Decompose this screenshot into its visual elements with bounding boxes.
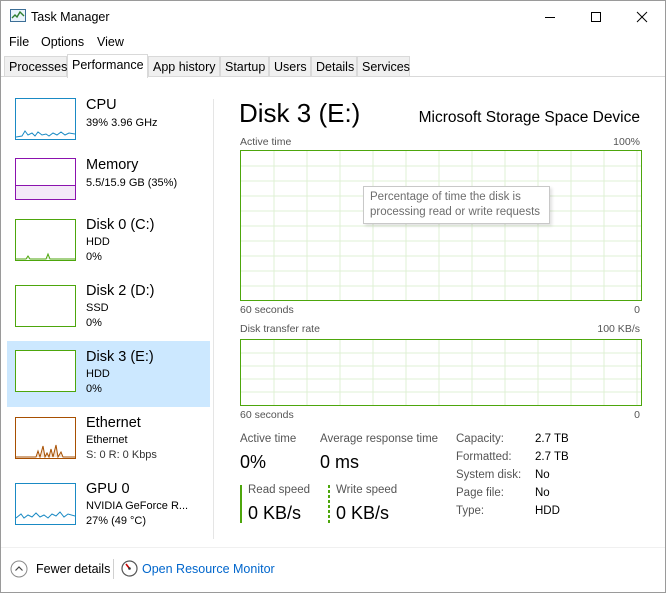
sidebar-item-label: Disk 3 (E:) xyxy=(86,349,154,365)
cpu-usage-text: 39% 3.96 GHz xyxy=(86,117,158,129)
menu-view[interactable]: View xyxy=(97,35,124,49)
active-time-value: 0% xyxy=(240,452,267,472)
capacity-value: 2.7 TB xyxy=(535,433,569,445)
tab-performance[interactable]: Performance xyxy=(67,54,148,78)
read-speed-indicator xyxy=(240,485,242,523)
fewer-details-link[interactable]: Fewer details xyxy=(36,562,110,576)
maximize-button[interactable] xyxy=(573,1,619,32)
avg-response-value: 0 ms xyxy=(320,452,360,472)
window-title: Task Manager xyxy=(31,10,110,24)
sidebar-item-cpu[interactable]: CPU 39% 3.96 GHz xyxy=(7,90,210,154)
ethernet-adapter-name: Ethernet xyxy=(86,434,128,446)
transfer-rate-graph[interactable] xyxy=(240,339,642,406)
open-resource-monitor-link[interactable]: Open Resource Monitor xyxy=(142,562,275,576)
disk-0-thumbnail-graph xyxy=(15,219,76,261)
task-manager-icon xyxy=(10,9,26,22)
sidebar-item-label: Disk 2 (D:) xyxy=(86,283,155,299)
bottom-divider xyxy=(1,547,665,548)
chevron-up-icon[interactable] xyxy=(10,560,28,578)
page-file-label: Page file: xyxy=(456,487,504,499)
sidebar-item-disk-0[interactable]: Disk 0 (C:) HDD 0% xyxy=(7,210,210,274)
cpu-thumbnail-graph xyxy=(15,98,76,140)
active-time-label: Active time xyxy=(240,433,297,445)
tab-processes[interactable]: Processes xyxy=(4,56,67,77)
device-name: Microsoft Storage Space Device xyxy=(418,109,640,126)
read-speed-value: 0 KB/s xyxy=(248,503,302,523)
menu-options[interactable]: Options xyxy=(41,35,84,49)
active-time-graph-min: 0 xyxy=(634,304,640,316)
avg-response-label: Average response time xyxy=(320,433,439,445)
sidebar-item-label: Disk 0 (C:) xyxy=(86,217,155,233)
active-time-graph-duration: 60 seconds xyxy=(240,304,294,316)
memory-usage-text: 5.5/15.9 GB (35%) xyxy=(86,177,178,189)
disk-0-type: HDD xyxy=(86,236,110,248)
tab-users[interactable]: Users xyxy=(269,56,311,77)
tab-details[interactable]: Details xyxy=(311,56,357,77)
tab-startup[interactable]: Startup xyxy=(220,56,269,77)
type-label: Type: xyxy=(456,505,485,517)
type-value: HDD xyxy=(535,505,560,517)
close-icon xyxy=(636,11,648,22)
disk-3-type: HDD xyxy=(86,368,110,380)
sidebar-item-gpu-0[interactable]: GPU 0 NVIDIA GeForce R... 27% (49 °C) xyxy=(7,474,210,538)
close-button[interactable] xyxy=(619,1,665,32)
active-time-grid xyxy=(241,151,641,300)
sidebar-item-disk-3[interactable]: Disk 3 (E:) HDD 0% xyxy=(7,341,210,407)
transfer-rate-graph-max: 100 KB/s xyxy=(597,323,640,335)
sidebar-item-disk-2[interactable]: Disk 2 (D:) SSD 0% xyxy=(7,276,210,340)
sidebar-item-label: CPU xyxy=(86,97,117,113)
tab-strip: Processes Performance App history Startu… xyxy=(1,54,665,78)
minimize-button[interactable] xyxy=(527,1,573,32)
resource-monitor-icon[interactable] xyxy=(121,560,138,577)
ethernet-thumbnail-graph xyxy=(15,417,76,459)
active-time-tooltip: Percentage of time the disk is processin… xyxy=(363,186,550,224)
write-speed-indicator xyxy=(328,485,330,523)
tab-services[interactable]: Services xyxy=(357,56,410,77)
capacity-label: Capacity: xyxy=(456,433,504,445)
write-speed-value: 0 KB/s xyxy=(336,503,390,523)
sidebar-item-ethernet[interactable]: Ethernet Ethernet S: 0 R: 0 Kbps xyxy=(7,408,210,472)
page-file-value: No xyxy=(535,487,550,499)
bottom-separator xyxy=(113,559,114,579)
transfer-rate-graph-label: Disk transfer rate xyxy=(240,323,320,335)
transfer-rate-grid xyxy=(241,340,641,405)
disk-2-type: SSD xyxy=(86,302,109,314)
disk-3-usage: 0% xyxy=(86,383,102,395)
sidebar-item-label: Ethernet xyxy=(86,415,141,431)
gpu-thumbnail-graph xyxy=(15,483,76,525)
task-manager-window: Task Manager File Options View Processes… xyxy=(0,0,666,593)
maximize-icon xyxy=(591,11,601,22)
active-time-graph-max: 100% xyxy=(613,136,640,148)
disk-0-usage: 0% xyxy=(86,251,102,263)
tooltip-line-2: processing read or write requests xyxy=(370,206,541,218)
gpu-model-name: NVIDIA GeForce R... xyxy=(86,500,189,512)
system-disk-value: No xyxy=(535,469,550,481)
formatted-label: Formatted: xyxy=(456,451,512,463)
menu-bar: File Options View xyxy=(1,32,665,52)
formatted-value: 2.7 TB xyxy=(535,451,569,463)
menu-file[interactable]: File xyxy=(9,35,29,49)
sidebar-divider xyxy=(213,99,214,539)
disk-2-usage: 0% xyxy=(86,317,102,329)
memory-thumbnail-graph xyxy=(15,158,76,200)
disk-3-thumbnail-graph xyxy=(15,350,76,392)
active-time-graph-label: Active time xyxy=(240,136,292,148)
gpu-usage-temp: 27% (49 °C) xyxy=(86,515,147,527)
title-bar[interactable]: Task Manager xyxy=(1,1,665,32)
system-disk-label: System disk: xyxy=(456,469,522,481)
read-speed-label: Read speed xyxy=(248,484,311,496)
sidebar-item-label: Memory xyxy=(86,157,139,173)
sidebar-item-memory[interactable]: Memory 5.5/15.9 GB (35%) xyxy=(7,150,210,214)
disk-2-thumbnail-graph xyxy=(15,285,76,327)
tab-app-history[interactable]: App history xyxy=(148,56,220,77)
page-title: Disk 3 (E:) xyxy=(239,98,361,128)
tooltip-line-1: Percentage of time the disk is xyxy=(370,191,521,203)
transfer-rate-graph-duration: 60 seconds xyxy=(240,409,294,421)
ethernet-throughput: S: 0 R: 0 Kbps xyxy=(86,449,157,461)
minimize-icon xyxy=(545,16,555,18)
sidebar-item-label: GPU 0 xyxy=(86,481,130,497)
active-time-graph[interactable] xyxy=(240,150,642,301)
transfer-rate-graph-min: 0 xyxy=(634,409,640,421)
write-speed-label: Write speed xyxy=(336,484,398,496)
